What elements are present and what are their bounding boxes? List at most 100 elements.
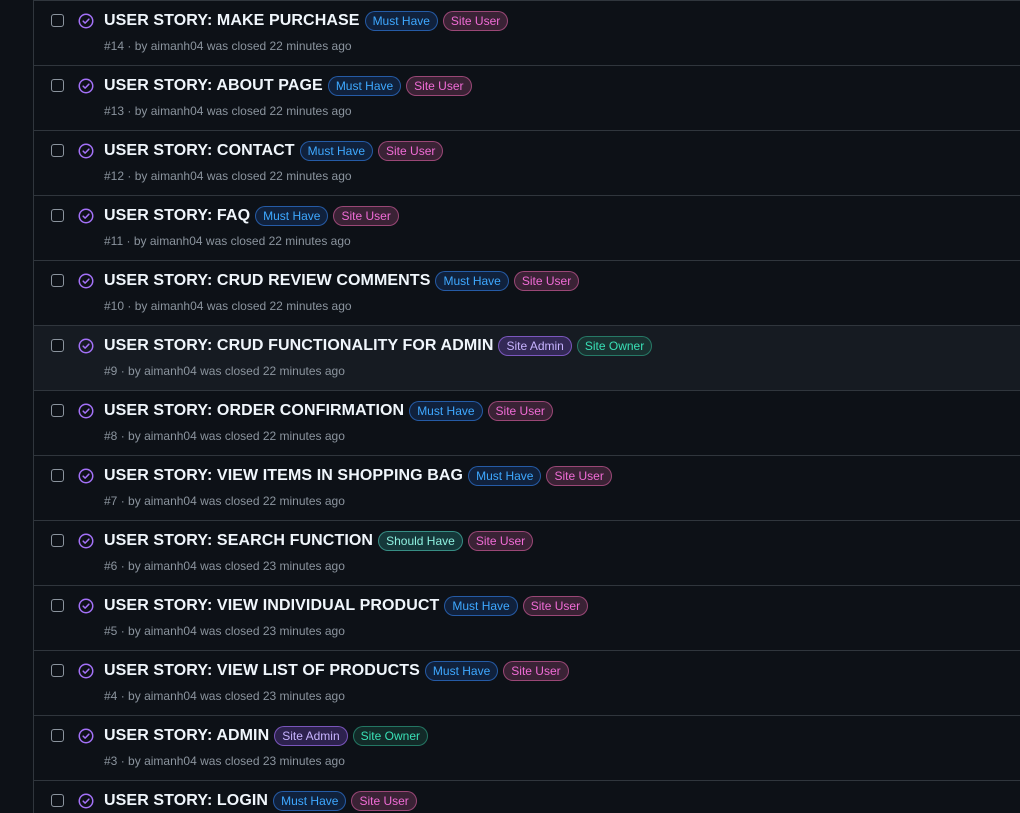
issue-author-link[interactable]: aimanh04 (144, 624, 197, 638)
issue-author-link[interactable]: aimanh04 (151, 39, 204, 53)
issue-title-link[interactable]: USER STORY: SEARCH FUNCTION (104, 532, 373, 550)
issue-author-link[interactable]: aimanh04 (144, 559, 197, 573)
issue-label[interactable]: Site Owner (352, 726, 428, 746)
issue-label[interactable]: Must Have (273, 791, 347, 811)
issue-author-link[interactable]: aimanh04 (144, 364, 197, 378)
issue-row[interactable]: USER STORY: VIEW ITEMS IN SHOPPING BAG Mu… (34, 456, 1020, 521)
issue-row[interactable]: USER STORY: VIEW LIST OF PRODUCTS Must Ha… (34, 651, 1020, 716)
issue-label[interactable]: Site User (467, 531, 534, 551)
issue-label[interactable]: Site User (513, 271, 580, 291)
issue-title-link[interactable]: USER STORY: CRUD FUNCTIONALITY FOR ADMIN (104, 337, 493, 355)
issue-checkbox[interactable] (51, 404, 64, 417)
issue-checkbox[interactable] (51, 144, 64, 157)
meta-separator: · (126, 234, 131, 248)
meta-separator: · (120, 429, 125, 443)
issue-label[interactable]: Site User (546, 466, 612, 486)
meta-by: by (128, 689, 141, 703)
issue-label[interactable]: Must Have (364, 11, 438, 31)
issue-closed-time: was closed 22 minutes ago (200, 429, 345, 443)
issue-closed-completed-icon (78, 338, 94, 354)
issue-label[interactable]: Site User (378, 141, 444, 161)
meta-separator: · (120, 494, 125, 508)
issue-label[interactable]: Must Have (435, 271, 509, 291)
issue-closed-time: was closed 22 minutes ago (206, 104, 352, 118)
issue-row[interactable]: USER STORY: CRUD REVIEW COMMENTS Must Hav… (34, 261, 1020, 326)
issue-label[interactable]: Should Have (378, 531, 463, 551)
issue-label[interactable]: Site User (333, 206, 399, 226)
issue-row[interactable]: USER STORY: VIEW INDIVIDUAL PRODUCT Must … (34, 586, 1020, 651)
issue-label[interactable]: Site User (442, 11, 509, 31)
issue-row[interactable]: USER STORY: CRUD FUNCTIONALITY FOR ADMIN… (34, 326, 1020, 391)
meta-separator: · (120, 689, 125, 703)
issue-author-link[interactable]: aimanh04 (144, 429, 197, 443)
meta-by: by (134, 104, 148, 118)
issue-title-link[interactable]: USER STORY: MAKE PURCHASE (104, 12, 360, 30)
issue-row[interactable]: USER STORY: ORDER CONFIRMATION Must Have S… (34, 391, 1020, 456)
issue-author-link[interactable]: aimanh04 (150, 234, 203, 248)
issue-title-link[interactable]: USER STORY: FAQ (104, 207, 250, 225)
issue-closed-time: was closed 23 minutes ago (200, 559, 345, 573)
issue-author-link[interactable]: aimanh04 (144, 689, 197, 703)
issue-checkbox[interactable] (51, 664, 64, 677)
issue-closed-completed-icon (78, 78, 94, 94)
issue-checkbox[interactable] (51, 79, 64, 92)
issue-label[interactable]: Must Have (299, 141, 374, 161)
meta-separator: · (127, 169, 132, 183)
issue-label[interactable]: Site User (406, 76, 472, 96)
issue-title-link[interactable]: USER STORY: ORDER CONFIRMATION (104, 402, 404, 420)
issue-author-link[interactable]: aimanh04 (144, 754, 197, 768)
issue-label[interactable]: Site Owner (576, 336, 653, 356)
issue-title-link[interactable]: USER STORY: VIEW INDIVIDUAL PRODUCT (104, 597, 439, 615)
issue-author-link[interactable]: aimanh04 (151, 169, 204, 183)
issue-label[interactable]: Site User (351, 791, 417, 811)
issue-title-line: USER STORY: CRUD REVIEW COMMENTS Must Hav… (104, 271, 580, 291)
issue-row[interactable]: USER STORY: MAKE PURCHASE Must Have Site U… (34, 1, 1020, 66)
issue-number: #9 (104, 364, 118, 378)
issue-label[interactable]: Must Have (409, 401, 483, 421)
issue-author-link[interactable]: aimanh04 (151, 299, 204, 313)
issue-title-link[interactable]: USER STORY: ADMIN (104, 727, 269, 745)
issue-closed-completed-icon (78, 598, 94, 614)
issue-row[interactable]: USER STORY: ABOUT PAGE Must Have Site User… (34, 66, 1020, 131)
meta-by: by (128, 624, 141, 638)
issue-checkbox[interactable] (51, 274, 64, 287)
issue-author-link[interactable]: aimanh04 (151, 104, 204, 118)
issue-label[interactable]: Site User (503, 661, 569, 681)
issue-label[interactable]: Must Have (468, 466, 542, 486)
issue-label[interactable]: Must Have (327, 76, 402, 96)
issue-meta: #12 · by aimanh04 was closed 22 minutes … (104, 169, 352, 183)
issue-row[interactable]: USER STORY: FAQ Must Have Site User #11 · b… (34, 196, 1020, 261)
issue-label[interactable]: Must Have (255, 206, 329, 226)
issue-title-link[interactable]: USER STORY: VIEW ITEMS IN SHOPPING BAG (104, 467, 463, 485)
issue-checkbox[interactable] (51, 209, 64, 222)
issue-meta: #9 · by aimanh04 was closed 22 minutes a… (104, 364, 345, 378)
issue-author-link[interactable]: aimanh04 (144, 494, 197, 508)
issue-title-link[interactable]: USER STORY: CONTACT (104, 142, 295, 160)
issue-title-link[interactable]: USER STORY: VIEW LIST OF PRODUCTS (104, 662, 420, 680)
issue-title-link[interactable]: USER STORY: CRUD REVIEW COMMENTS (104, 272, 430, 290)
issue-title-line: USER STORY: ADMIN Site Admin Site Owner (104, 726, 428, 746)
issue-checkbox[interactable] (51, 729, 64, 742)
issue-label[interactable]: Site Admin (274, 726, 348, 746)
issue-closed-time: was closed 23 minutes ago (200, 624, 345, 638)
meta-by: by (134, 39, 148, 53)
issue-row[interactable]: USER STORY: ADMIN Site Admin Site Owner #3 … (34, 716, 1020, 781)
issue-checkbox[interactable] (51, 599, 64, 612)
issue-closed-time: was closed 22 minutes ago (200, 364, 345, 378)
issue-label[interactable]: Must Have (424, 661, 499, 681)
issue-row[interactable]: USER STORY: CONTACT Must Have Site User #12… (34, 131, 1020, 196)
issue-checkbox[interactable] (51, 534, 64, 547)
meta-by: by (128, 494, 141, 508)
issue-checkbox[interactable] (51, 794, 64, 807)
issue-label[interactable]: Site User (487, 401, 553, 421)
issue-row[interactable]: USER STORY: LOGIN Must Have Site User (34, 781, 1020, 813)
issue-label[interactable]: Site User (522, 596, 589, 616)
issue-checkbox[interactable] (51, 339, 64, 352)
issue-title-link[interactable]: USER STORY: LOGIN (104, 792, 268, 810)
issue-row[interactable]: USER STORY: SEARCH FUNCTION Should Have Si… (34, 521, 1020, 586)
issue-checkbox[interactable] (51, 469, 64, 482)
issue-title-link[interactable]: USER STORY: ABOUT PAGE (104, 77, 323, 95)
issue-checkbox[interactable] (51, 14, 64, 27)
issue-label[interactable]: Must Have (444, 596, 518, 616)
issue-label[interactable]: Site Admin (498, 336, 572, 356)
